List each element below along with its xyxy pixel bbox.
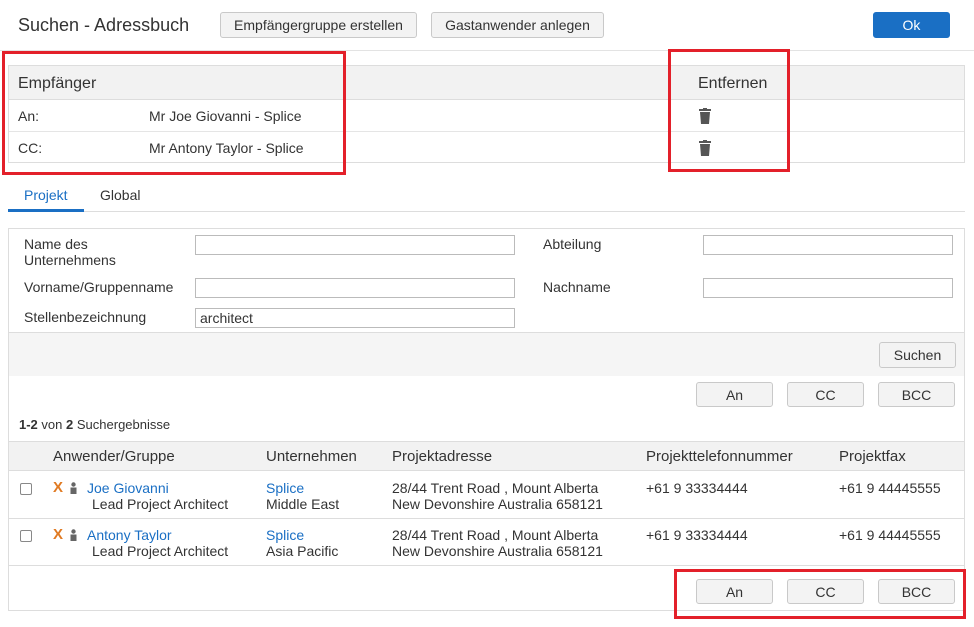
results-panel: An CC BCC 1-2 von 2 Suchergebnisse Anwen… bbox=[8, 376, 965, 611]
ok-button[interactable]: Ok bbox=[873, 12, 950, 38]
create-recipient-group-button[interactable]: Empfängergruppe erstellen bbox=[220, 12, 417, 38]
result-of: von bbox=[41, 417, 63, 432]
phone-number: +61 9 33334444 bbox=[646, 527, 748, 543]
row-checkbox[interactable] bbox=[20, 483, 32, 495]
header-divider bbox=[0, 50, 974, 51]
column-header-phone[interactable]: Projekttelefonnummer bbox=[646, 448, 793, 465]
user-name-link[interactable]: Antony Taylor bbox=[87, 527, 172, 543]
search-panel: Name des Unternehmens Abteilung Vorname/… bbox=[8, 228, 965, 376]
company-region: Middle East bbox=[266, 496, 340, 512]
trash-icon[interactable] bbox=[699, 140, 711, 156]
department-label: Abteilung bbox=[543, 236, 602, 252]
user-icon bbox=[70, 529, 77, 541]
company-region: Asia Pacific bbox=[266, 543, 339, 559]
column-header-address[interactable]: Projektadresse bbox=[392, 448, 492, 465]
recipient-type: An: bbox=[18, 108, 40, 124]
address-line2: New Devonshire Australia 658121 bbox=[392, 543, 603, 559]
tab-projekt[interactable]: Projekt bbox=[24, 187, 68, 203]
user-name-link[interactable]: Joe Giovanni bbox=[87, 480, 169, 496]
table-row: X Joe Giovanni Lead Project Architect Sp… bbox=[9, 472, 964, 519]
tab-global[interactable]: Global bbox=[100, 187, 140, 203]
recipients-header: Empfänger Entfernen bbox=[9, 66, 964, 100]
add-to-button-top[interactable]: An bbox=[696, 382, 773, 407]
jobtitle-label: Stellenbezeichnung bbox=[24, 309, 147, 325]
recipient-column-header: Empfänger bbox=[18, 75, 97, 92]
phone-number: +61 9 33334444 bbox=[646, 480, 748, 496]
company-link[interactable]: Splice bbox=[266, 480, 304, 496]
add-bcc-button-bottom[interactable]: BCC bbox=[878, 579, 955, 604]
company-name-label: Name des Unternehmens bbox=[24, 236, 116, 268]
jobtitle-input[interactable] bbox=[195, 308, 515, 328]
address-line2: New Devonshire Australia 658121 bbox=[392, 496, 603, 512]
column-header-fax[interactable]: Projektfax bbox=[839, 448, 906, 465]
user-icon bbox=[70, 482, 77, 494]
user-role: Lead Project Architect bbox=[92, 543, 229, 559]
search-footer: Suchen bbox=[9, 332, 964, 376]
company-link[interactable]: Splice bbox=[266, 527, 304, 543]
recipients-table: Empfänger Entfernen An: Mr Joe Giovanni … bbox=[8, 65, 965, 163]
add-to-button-bottom[interactable]: An bbox=[696, 579, 773, 604]
recipient-name: Mr Joe Giovanni - Splice bbox=[149, 108, 302, 124]
lastname-label: Nachname bbox=[543, 279, 611, 295]
table-row: X Antony Taylor Lead Project Architect S… bbox=[9, 519, 964, 566]
result-total: 2 bbox=[66, 417, 74, 432]
lastname-input[interactable] bbox=[703, 278, 953, 298]
cross-icon: X bbox=[53, 526, 64, 543]
remove-column-header: Entfernen bbox=[698, 75, 768, 92]
recipient-type: CC: bbox=[18, 140, 43, 156]
add-cc-button-top[interactable]: CC bbox=[787, 382, 864, 407]
address-line1: 28/44 Trent Road , Mount Alberta bbox=[392, 527, 599, 543]
row-checkbox[interactable] bbox=[20, 530, 32, 542]
trash-icon[interactable] bbox=[699, 108, 711, 124]
recipient-row: CC: Mr Antony Taylor - Splice bbox=[9, 132, 964, 164]
recipient-row: An: Mr Joe Giovanni - Splice bbox=[9, 100, 964, 132]
search-button[interactable]: Suchen bbox=[879, 342, 956, 368]
company-name-input[interactable] bbox=[195, 235, 515, 255]
result-suffix: Suchergebnisse bbox=[76, 417, 171, 432]
department-input[interactable] bbox=[703, 235, 953, 255]
create-guest-user-button[interactable]: Gastanwender anlegen bbox=[431, 12, 604, 38]
tab-bar: Projekt Global bbox=[8, 181, 965, 212]
add-cc-button-bottom[interactable]: CC bbox=[787, 579, 864, 604]
firstname-label: Vorname/Gruppenname bbox=[24, 279, 174, 295]
column-header-user[interactable]: Anwender/Gruppe bbox=[53, 448, 175, 465]
address-line1: 28/44 Trent Road , Mount Alberta bbox=[392, 480, 599, 496]
add-bcc-button-top[interactable]: BCC bbox=[878, 382, 955, 407]
user-role: Lead Project Architect bbox=[92, 496, 229, 512]
fax-number: +61 9 44445555 bbox=[839, 480, 941, 496]
active-tab-indicator bbox=[8, 209, 84, 212]
dialog-title: Suchen - Adressbuch bbox=[18, 15, 190, 35]
result-count: 1-2 von 2 Suchergebnisse bbox=[19, 417, 170, 432]
results-table-header: Anwender/Gruppe Unternehmen Projektadres… bbox=[9, 441, 964, 471]
cross-icon: X bbox=[53, 479, 64, 496]
dialog-header: Suchen - Adressbuch Empfängergruppe erst… bbox=[0, 0, 974, 50]
result-range: 1-2 bbox=[19, 417, 38, 432]
fax-number: +61 9 44445555 bbox=[839, 527, 941, 543]
column-header-company[interactable]: Unternehmen bbox=[266, 448, 357, 465]
firstname-input[interactable] bbox=[195, 278, 515, 298]
recipient-name: Mr Antony Taylor - Splice bbox=[149, 140, 304, 156]
